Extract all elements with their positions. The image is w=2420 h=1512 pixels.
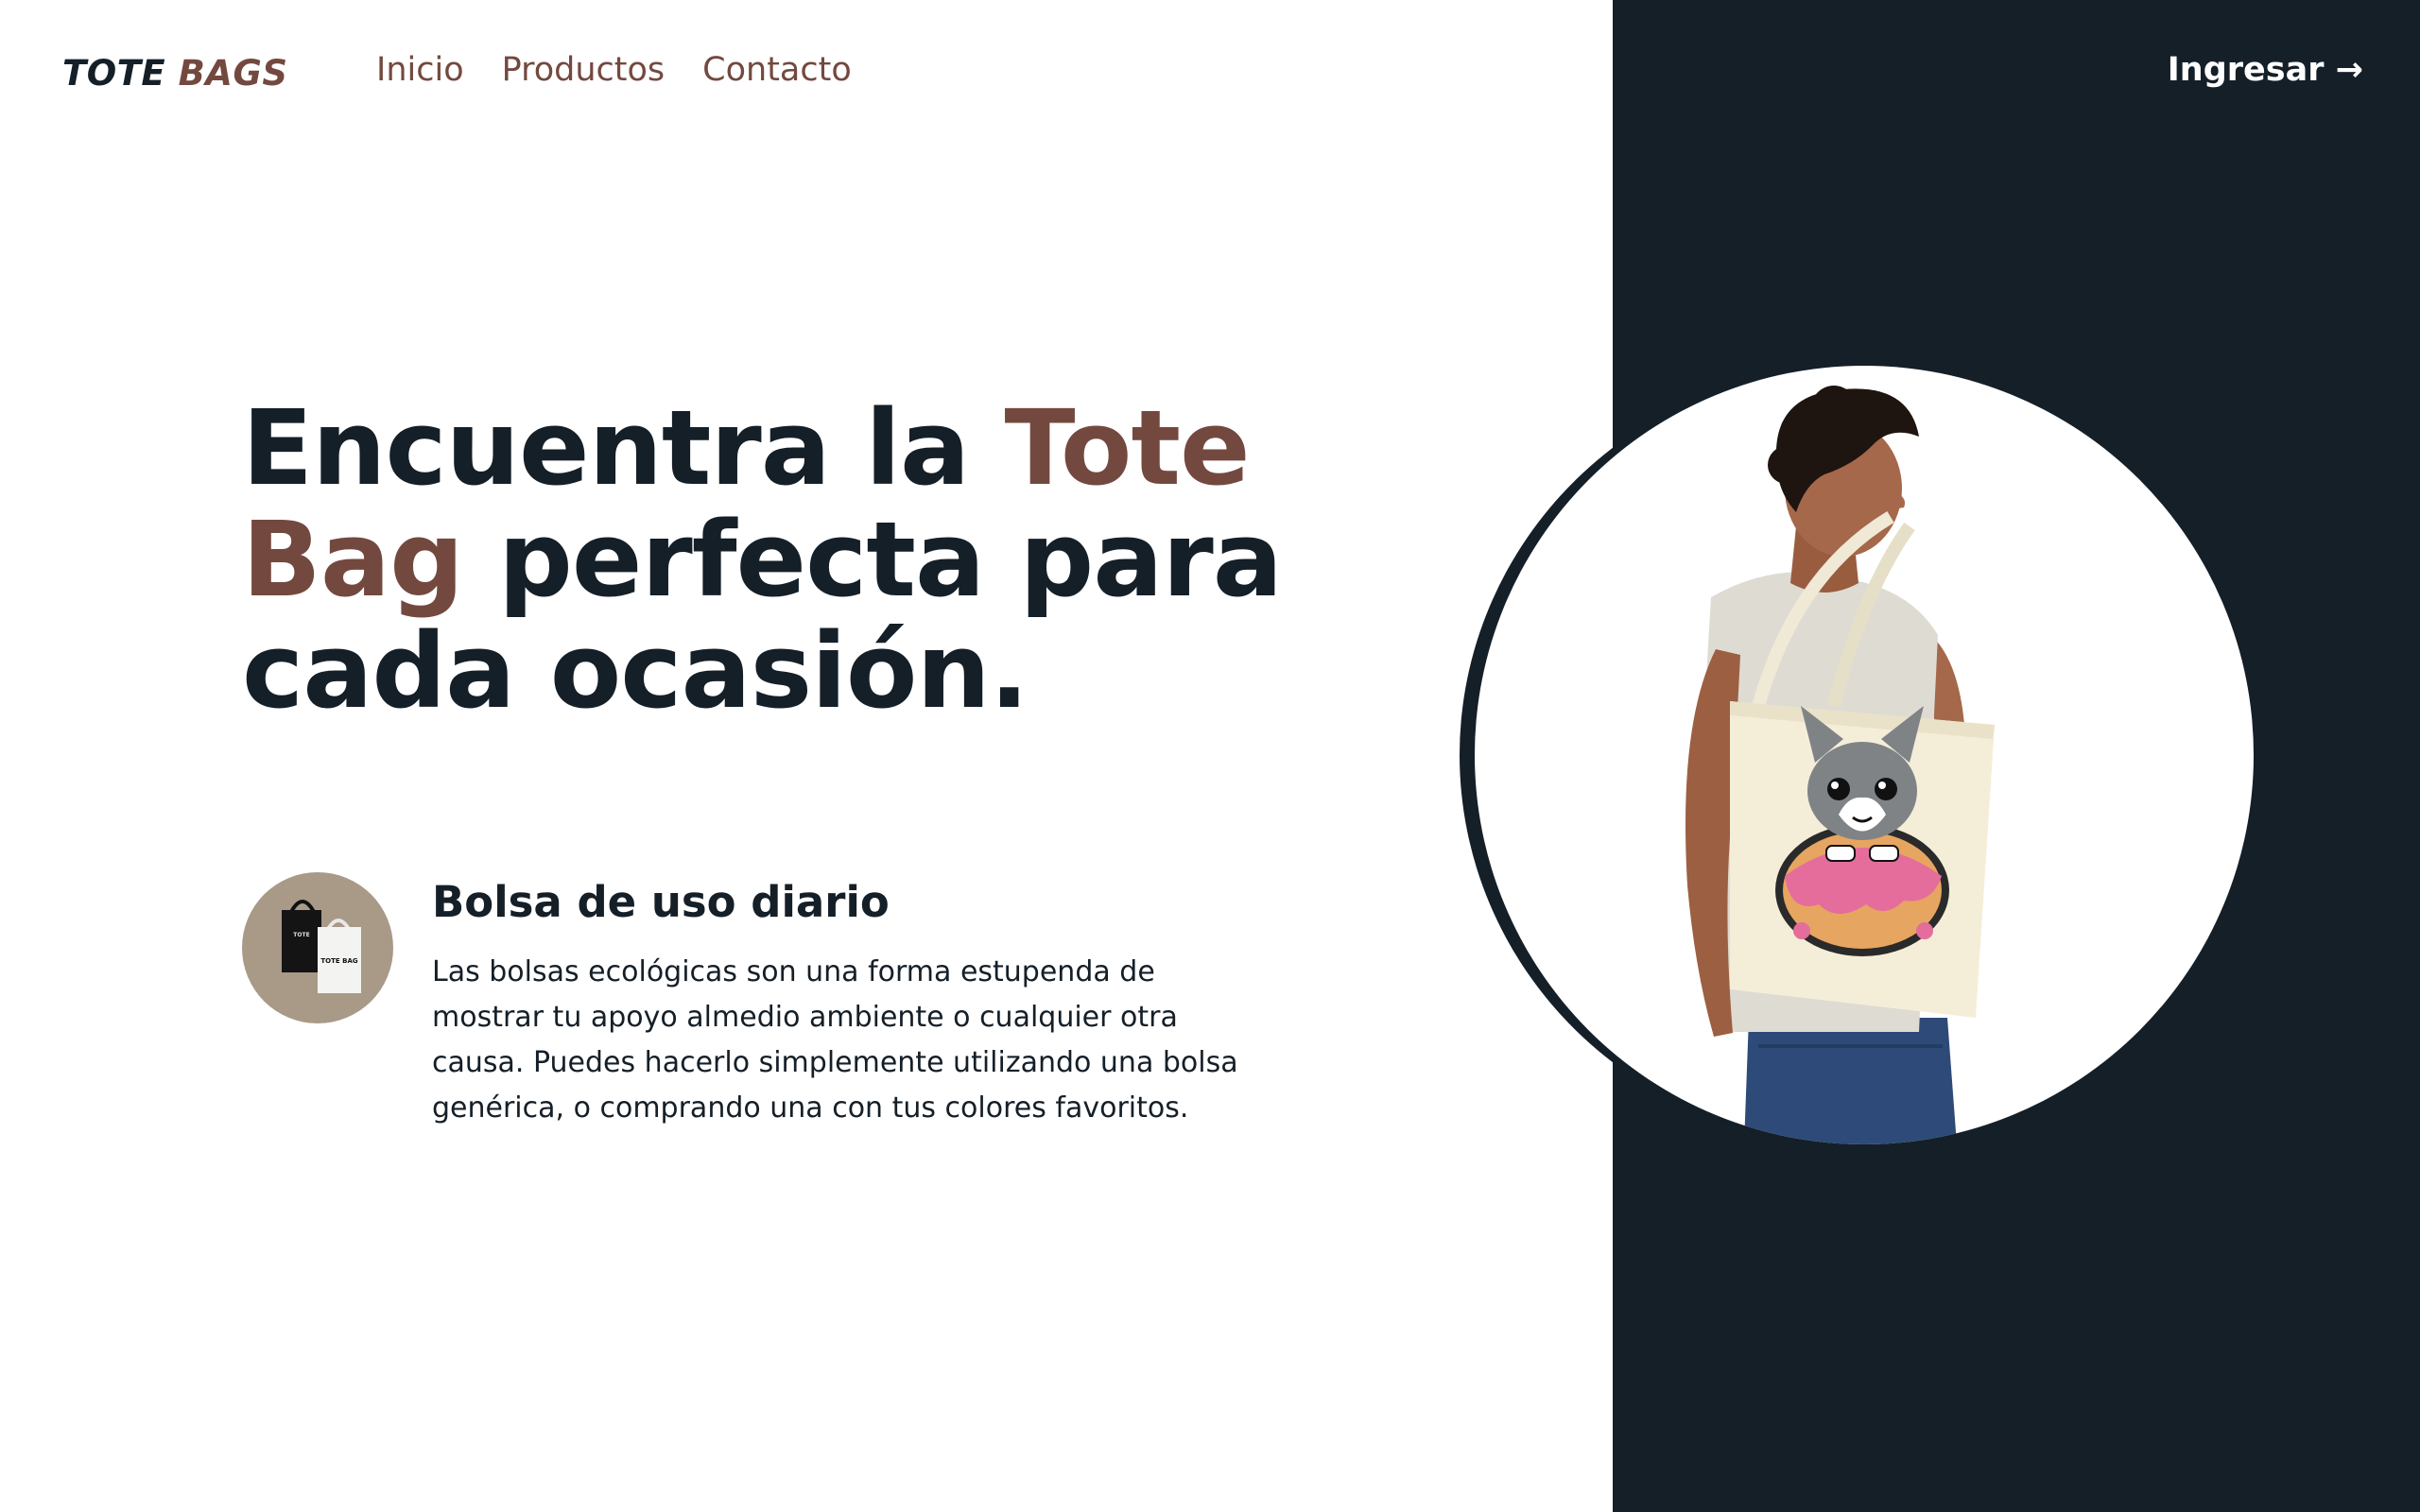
- nav-link-inicio[interactable]: Inicio: [376, 51, 464, 89]
- nav-link-contacto[interactable]: Contacto: [702, 51, 852, 89]
- svg-text:TOTE: TOTE: [293, 932, 309, 938]
- feature-description: Las bolsas ecológicas son una forma estu…: [432, 955, 1238, 1125]
- nav-link-productos[interactable]: Productos: [502, 51, 666, 89]
- brand-logo[interactable]: TOTE BAGS: [62, 53, 287, 94]
- tote-bags-photo: TOTE TOTE BAG: [282, 900, 361, 993]
- logo-word-tote: TOTE: [62, 53, 166, 94]
- feature-thumbnail: TOTE TOTE BAG: [242, 872, 393, 1023]
- login-link[interactable]: Ingresar →: [2168, 51, 2363, 89]
- hero-title: Encuentra la Tote Bag perfecta para cada…: [242, 392, 1320, 727]
- main-nav: Inicio Productos Contacto: [376, 51, 852, 89]
- feature-title: Bolsa de uso diario: [432, 877, 890, 927]
- model-with-tote-bag-illustration: [1685, 386, 1995, 1144]
- logo-word-bags: BAGS: [178, 53, 288, 94]
- hero-title-part1: Encuentra la: [242, 387, 1005, 508]
- hero-image: [1475, 366, 2254, 1144]
- svg-text:TOTE BAG: TOTE BAG: [320, 957, 357, 965]
